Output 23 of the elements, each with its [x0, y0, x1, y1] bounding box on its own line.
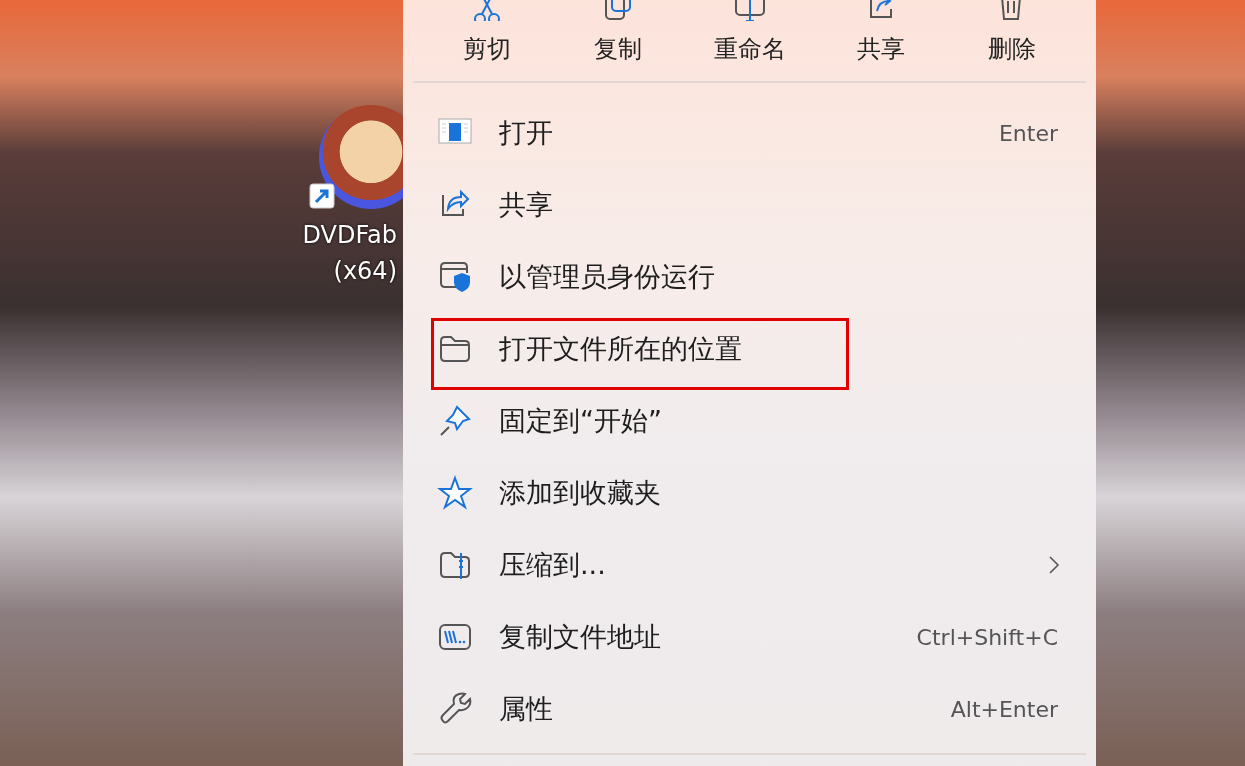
shortcut-text: Ctrl+Shift+C — [916, 624, 1058, 650]
shortcut-label[interactable]: DVDFab (x64) — [289, 217, 397, 289]
shortcut-text: Alt+Enter — [950, 696, 1058, 722]
shortcut-text: Enter — [998, 120, 1058, 146]
chevron-right-icon — [1048, 555, 1060, 575]
menu-item[interactable]: 属性 Alt+Enter — [413, 673, 1086, 745]
toolbar-button[interactable]: 删除 — [950, 0, 1074, 73]
menu-item[interactable]: 以管理员身份运行 — [413, 241, 1086, 313]
menu-item[interactable]: 添加到收藏夹 — [413, 457, 1086, 529]
menu-item[interactable]: 打开 Enter — [413, 97, 1086, 169]
rename-icon — [733, 0, 766, 21]
menu-item[interactable]: 压缩到... — [413, 529, 1086, 601]
scissors-icon — [471, 0, 503, 21]
toolbar-button[interactable]: 重命名 — [687, 0, 812, 73]
menu-item[interactable]: 复制文件地址 Ctrl+Shift+C — [413, 601, 1086, 673]
star-icon — [437, 475, 473, 511]
toolbar-button[interactable]: 剪切 — [425, 0, 549, 73]
toolbar-button[interactable]: 共享 — [818, 0, 943, 73]
menu-item[interactable]: 固定到“开始” — [413, 385, 1086, 457]
menu-item[interactable]: 共享 — [413, 169, 1086, 241]
toolbar-button[interactable]: 复制 — [556, 0, 681, 73]
shield-window-icon — [437, 259, 473, 295]
menu-item[interactable]: 打开文件所在的位置 — [413, 313, 1086, 385]
